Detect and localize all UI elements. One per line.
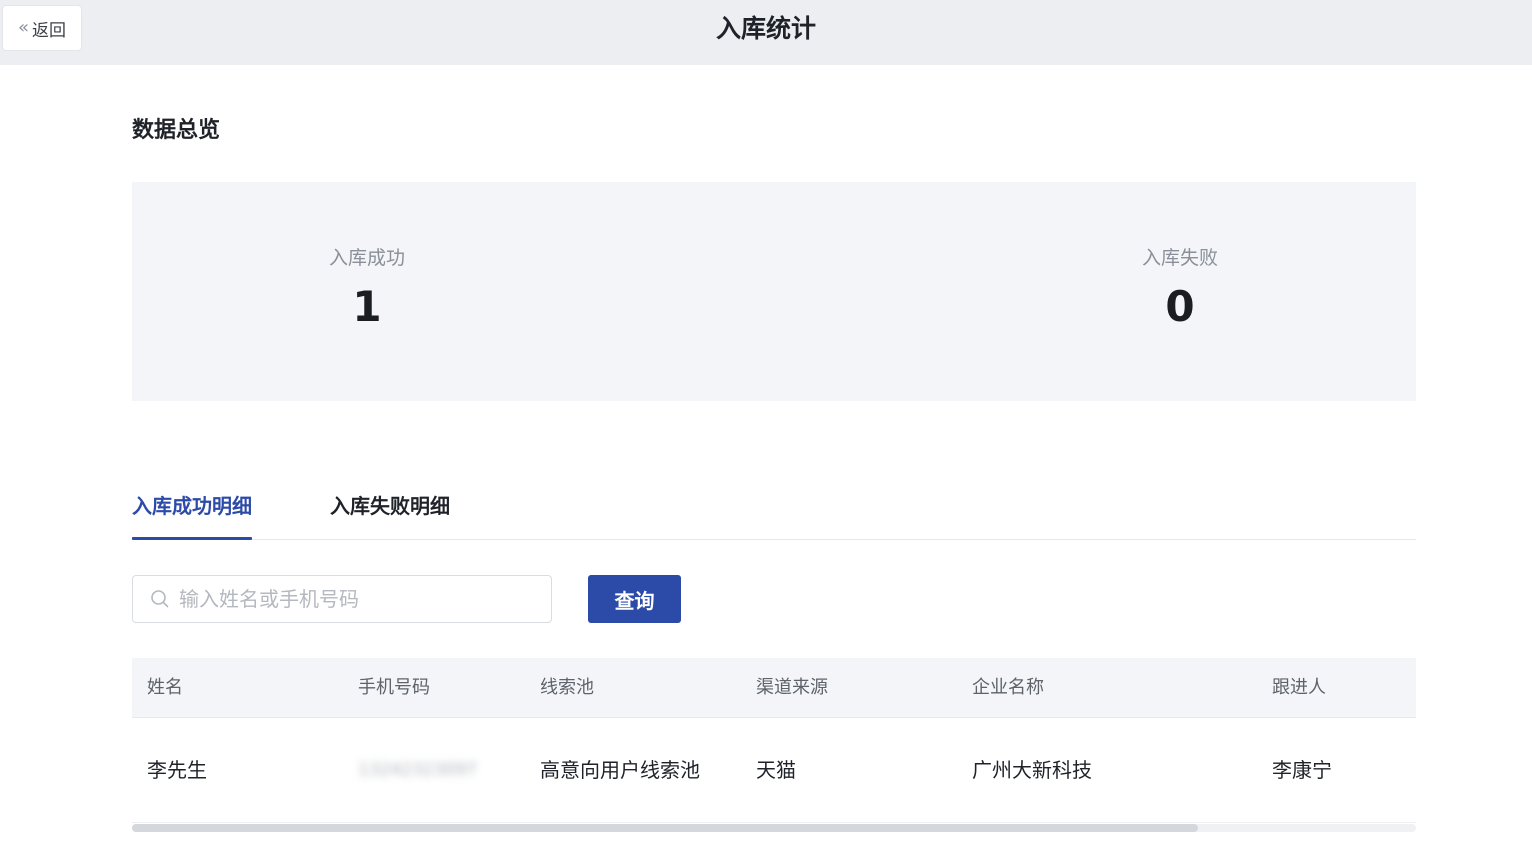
double-chevron-left-icon: « bbox=[17, 17, 29, 38]
tab-fail-detail[interactable]: 入库失败明细 bbox=[330, 490, 450, 538]
detail-table: 姓名 手机号码 线索池 渠道来源 企业名称 跟进人 李先生 1324232309… bbox=[132, 658, 1416, 823]
stat-success: 入库成功 1 bbox=[247, 244, 487, 332]
back-button-label: 返回 bbox=[32, 20, 66, 41]
search-input[interactable] bbox=[177, 586, 541, 612]
stat-success-label: 入库成功 bbox=[328, 247, 405, 269]
back-button[interactable]: « 返回 bbox=[2, 5, 82, 51]
query-button[interactable]: 查询 bbox=[588, 575, 681, 623]
column-header-name[interactable]: 姓名 bbox=[147, 658, 183, 718]
column-header-follower[interactable]: 跟进人 bbox=[1272, 658, 1326, 718]
cell-phone: 13242323097 bbox=[358, 760, 477, 780]
cell-channel: 天猫 bbox=[756, 758, 796, 782]
search-icon bbox=[143, 589, 177, 609]
search-box bbox=[132, 575, 552, 623]
tab-success-detail[interactable]: 入库成功明细 bbox=[132, 490, 252, 540]
overview-title: 数据总览 bbox=[132, 118, 221, 143]
table-row[interactable]: 李先生 13242323097 高意向用户线索池 天猫 广州大新科技 李康宁 bbox=[132, 718, 1416, 823]
stat-fail-label: 入库失败 bbox=[1141, 247, 1218, 269]
cell-follower: 李康宁 bbox=[1272, 758, 1332, 782]
cell-company: 广州大新科技 bbox=[972, 758, 1092, 782]
detail-tabs: 入库成功明细 入库失败明细 bbox=[132, 480, 1416, 540]
column-header-phone[interactable]: 手机号码 bbox=[358, 658, 430, 718]
column-header-company[interactable]: 企业名称 bbox=[972, 658, 1044, 718]
top-bar: 入库统计 « 返回 bbox=[0, 0, 1532, 65]
stat-fail: 入库失败 0 bbox=[1060, 244, 1300, 332]
table-header: 姓名 手机号码 线索池 渠道来源 企业名称 跟进人 bbox=[132, 658, 1416, 718]
cell-name: 李先生 bbox=[147, 758, 207, 782]
column-header-channel[interactable]: 渠道来源 bbox=[756, 658, 828, 718]
stat-success-value: 1 bbox=[352, 282, 382, 331]
scrollbar-thumb[interactable] bbox=[132, 824, 1198, 832]
page-title: 入库统计 bbox=[715, 14, 816, 43]
column-header-lead-pool[interactable]: 线索池 bbox=[540, 658, 594, 718]
cell-lead-pool: 高意向用户线索池 bbox=[540, 758, 700, 782]
stat-fail-value: 0 bbox=[1165, 282, 1195, 331]
stats-panel: 入库成功 1 入库失败 0 bbox=[132, 182, 1416, 401]
horizontal-scrollbar[interactable] bbox=[132, 824, 1416, 832]
